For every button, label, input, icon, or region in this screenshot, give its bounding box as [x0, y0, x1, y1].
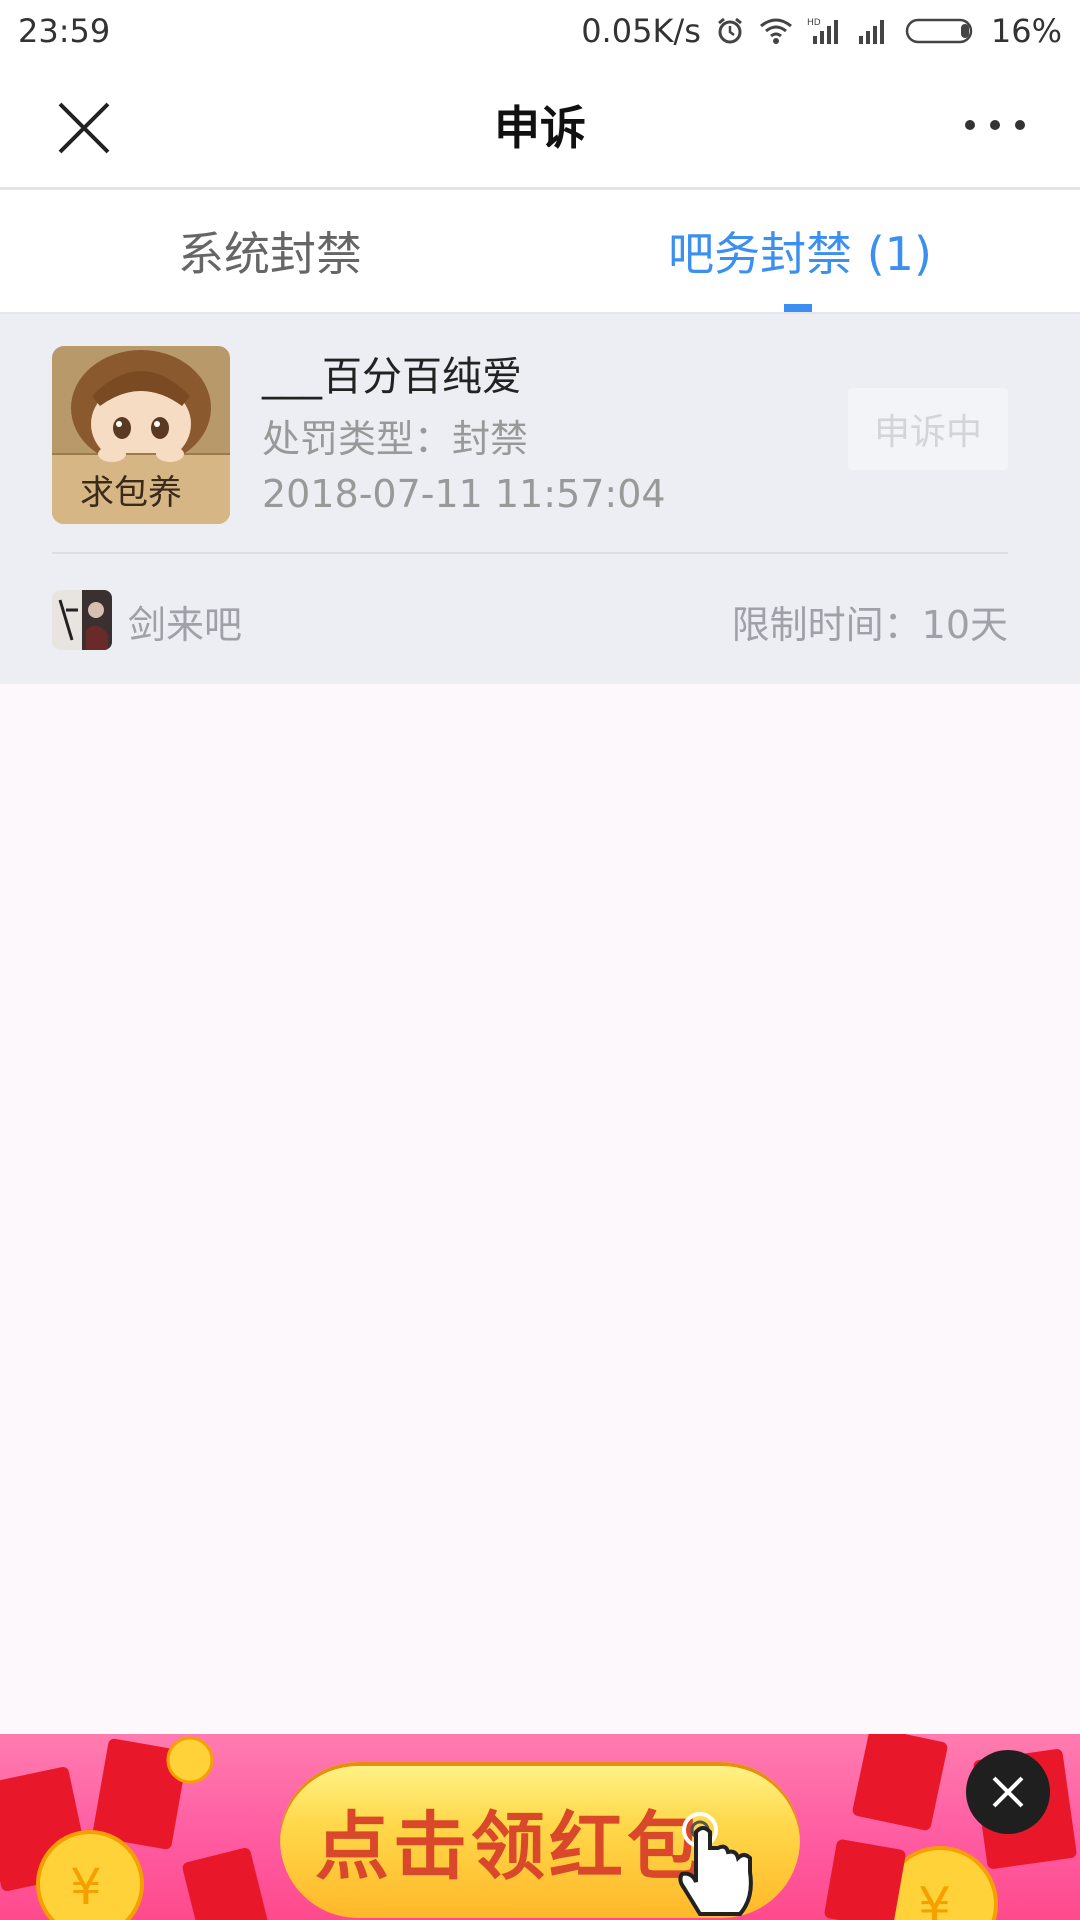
page-title: 申诉	[494, 100, 586, 155]
status-icons: 0.05K/s HD 16%	[581, 12, 1062, 50]
more-button[interactable]	[960, 110, 1030, 140]
status-time: 23:59	[18, 12, 111, 50]
limit-time: 限制时间：10天	[731, 603, 1008, 647]
wifi-icon	[759, 18, 792, 44]
close-icon	[992, 1776, 1024, 1808]
alarm-icon	[717, 17, 742, 44]
svg-text:¥: ¥	[70, 1858, 102, 1916]
close-banner-button[interactable]	[966, 1750, 1050, 1834]
divider	[52, 552, 1008, 554]
forum-name-link[interactable]: 剑来吧	[128, 594, 242, 649]
tab-active-indicator	[784, 304, 812, 312]
signal-icon	[858, 20, 884, 44]
battery-icon	[905, 18, 973, 44]
svg-text:HD: HD	[807, 18, 821, 28]
nav-bar: 申诉	[0, 62, 1080, 190]
banned-username: ___百分百纯爱	[262, 354, 522, 400]
status-bar: 23:59 0.05K/s HD 16%	[0, 0, 1080, 62]
avatar-text: 求包养	[80, 473, 182, 513]
punish-type: 处罚类型：封禁	[262, 417, 529, 461]
forum-icon	[52, 590, 112, 650]
hand-pointer-icon	[678, 1812, 753, 1916]
hd-signal-icon: HD	[807, 18, 838, 44]
screen: 23:59 0.05K/s HD 16% 申诉 系统封禁 吧务封禁 (1) 求包…	[0, 0, 1080, 1920]
tab-system-ban[interactable]: 系统封禁	[100, 190, 440, 312]
more-icon	[965, 120, 1025, 130]
user-avatar: 求包养	[52, 346, 230, 524]
battery-level: 16%	[990, 12, 1062, 50]
network-speed: 0.05K/s	[581, 12, 701, 50]
tab-bar: 系统封禁 吧务封禁 (1)	[0, 190, 1080, 314]
banner-text: 点击领红包	[315, 1803, 705, 1890]
claim-red-packet-button[interactable]: 点击领红包	[280, 1762, 800, 1918]
appeal-status-button[interactable]: 申诉中	[848, 388, 1008, 470]
red-packet-banner[interactable]: ¥ ¥ 点击领红包	[0, 1734, 1080, 1920]
ban-record-card[interactable]: 求包养 ___百分百纯爱 处罚类型：封禁 2018-07-11 11:57:04…	[0, 314, 1080, 684]
svg-text:¥: ¥	[918, 1877, 951, 1920]
tab-forum-ban[interactable]: 吧务封禁 (1)	[620, 190, 980, 312]
ban-timestamp: 2018-07-11 11:57:04	[262, 472, 666, 516]
